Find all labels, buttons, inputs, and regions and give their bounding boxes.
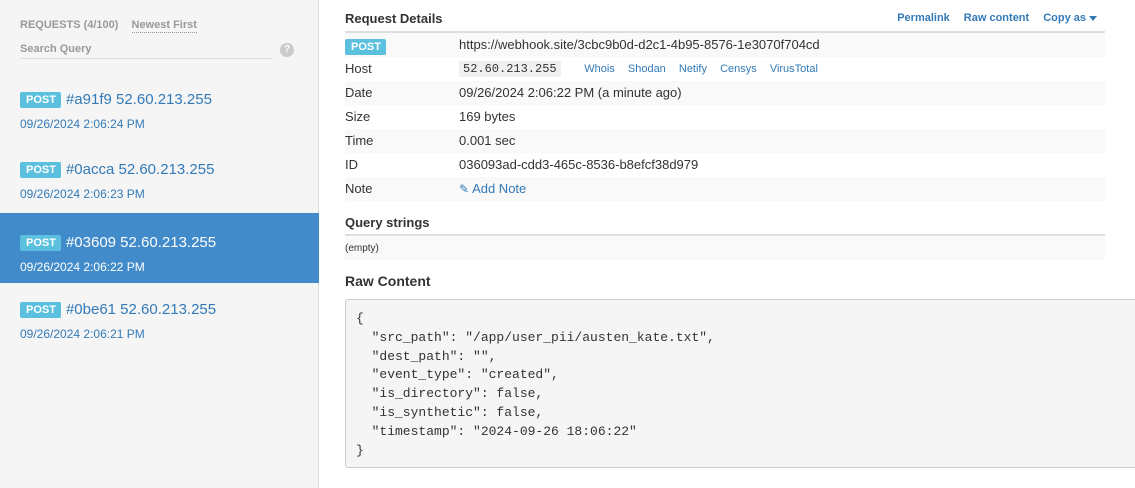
copy-as-dropdown[interactable]: Copy as [1043, 12, 1097, 24]
query-strings-value: (empty) [345, 237, 1105, 260]
id-label: ID [345, 157, 358, 172]
method-badge: POST [20, 301, 61, 318]
whois-link[interactable]: Whois [584, 63, 615, 75]
details-toolbar: Permalink Raw content Copy as [897, 12, 1097, 24]
requests-label: REQUESTS [20, 19, 81, 31]
url-row: POST https://webhook.site/3cbc9b0d-d2c1-… [345, 33, 1105, 57]
request-title: #a91f9 52.60.213.255 [65, 91, 212, 108]
netify-link[interactable]: Netify [679, 63, 707, 75]
host-ip: 52.60.213.255 [459, 61, 561, 77]
request-time: 09/26/2024 2:06:23 PM [20, 187, 145, 201]
request-list-item[interactable]: POST #0be61 52.60.213.255 09/26/2024 2:0… [0, 280, 319, 350]
request-title: #03609 52.60.213.255 [65, 234, 217, 251]
size-label: Size [345, 109, 371, 124]
time-row: Time 0.001 sec [345, 129, 1105, 153]
virustotal-link[interactable]: VirusTotal [770, 63, 818, 75]
raw-content-title: Raw Content [345, 273, 431, 289]
permalink-link[interactable]: Permalink [897, 12, 950, 24]
divider [345, 234, 1105, 236]
copy-as-label: Copy as [1043, 12, 1086, 24]
request-list-item[interactable]: POST #0acca 52.60.213.255 09/26/2024 2:0… [0, 140, 319, 210]
time-label: Time [345, 133, 374, 148]
pencil-icon: ✎ [459, 182, 470, 196]
date-value: 09/26/2024 2:06:22 PM (a minute ago) [459, 85, 682, 100]
requests-sidebar: REQUESTS (4/100) Newest First ? POST #a9… [0, 0, 319, 488]
size-row: Size 169 bytes [345, 105, 1105, 129]
note-row: Note ✎ Add Note [345, 177, 1105, 201]
request-list-item[interactable]: POST #a91f9 52.60.213.255 09/26/2024 2:0… [0, 70, 319, 140]
request-time: 09/26/2024 2:06:21 PM [20, 327, 145, 341]
date-label: Date [345, 85, 373, 100]
raw-content-link[interactable]: Raw content [964, 12, 1029, 24]
query-strings-title: Query strings [345, 215, 430, 230]
note-label: Note [345, 181, 373, 196]
shodan-link[interactable]: Shodan [628, 63, 666, 75]
host-label: Host [345, 61, 372, 76]
request-title: #0be61 52.60.213.255 [65, 301, 217, 318]
date-row: Date 09/26/2024 2:06:22 PM (a minute ago… [345, 81, 1105, 105]
caret-down-icon [1089, 15, 1097, 21]
id-value: 036093ad-cdd3-465c-8536-b8efcf38d979 [459, 157, 699, 172]
method-badge: POST [20, 161, 61, 178]
request-list-item-active[interactable]: POST #03609 52.60.213.255 09/26/2024 2:0… [0, 213, 319, 283]
host-row: Host 52.60.213.255 Whois Shodan Netify C… [345, 57, 1105, 81]
request-url-link[interactable]: https://webhook.site/3cbc9b0d-d2c1-4b95-… [459, 37, 820, 52]
time-value: 0.001 sec [459, 133, 516, 148]
request-time: 09/26/2024 2:06:22 PM [20, 260, 145, 274]
add-note-button[interactable]: ✎ Add Note [459, 181, 526, 196]
method-badge: POST [20, 91, 61, 108]
add-note-label: Add Note [472, 181, 527, 196]
request-details-title: Request Details [345, 11, 443, 26]
requests-count: (4/100) [83, 19, 119, 31]
help-icon[interactable]: ? [280, 43, 294, 57]
raw-content-body: { "src_path": "/app/user_pii/austen_kate… [356, 311, 715, 458]
sort-order-toggle[interactable]: Newest First [131, 19, 197, 33]
requests-header: REQUESTS (4/100) Newest First [20, 19, 197, 33]
request-time: 09/26/2024 2:06:24 PM [20, 117, 145, 131]
request-details-panel: Request Details Permalink Raw content Co… [320, 0, 1135, 488]
raw-content-box[interactable]: { "src_path": "/app/user_pii/austen_kate… [345, 299, 1135, 468]
search-query-input[interactable] [20, 40, 272, 59]
request-title: #0acca 52.60.213.255 [65, 161, 215, 178]
method-badge: POST [20, 234, 61, 251]
censys-link[interactable]: Censys [720, 63, 757, 75]
id-row: ID 036093ad-cdd3-465c-8536-b8efcf38d979 [345, 153, 1105, 177]
method-badge: POST [345, 39, 386, 55]
size-value: 169 bytes [459, 109, 516, 124]
